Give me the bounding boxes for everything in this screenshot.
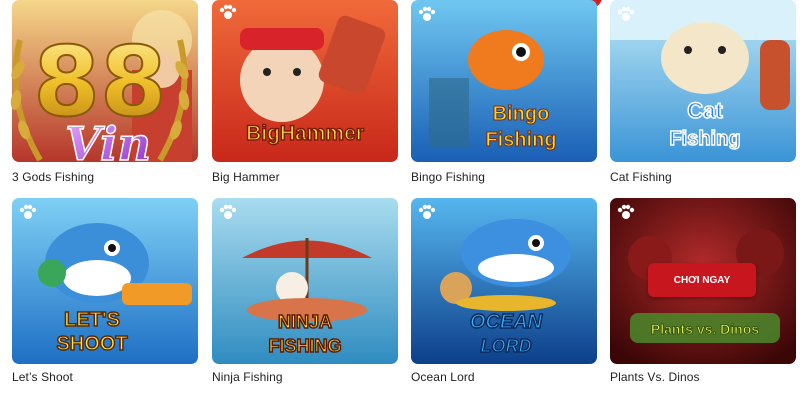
game-caption: Ocean Lord [411, 370, 475, 384]
game-caption: Big Hammer [212, 170, 280, 184]
brand-logo: 88 Vin [10, 25, 190, 172]
game-thumbnail[interactable]: OCEAN LORD [411, 198, 597, 364]
game-caption: Ninja Fishing [212, 370, 283, 384]
paw-icon [219, 204, 237, 219]
brand-script: Vin [65, 117, 151, 171]
art-title-line-2: LORD [481, 336, 532, 356]
play-now-button[interactable]: CHƠI NGAY [648, 263, 756, 297]
game-art: LET'S SHOOT [12, 198, 198, 364]
art-title-line-2: Fishing [669, 128, 740, 150]
art-title-line-1: NINJA [278, 312, 332, 332]
paw-icon [418, 204, 436, 219]
game-thumbnail[interactable]: NINJA FISHING [212, 198, 398, 364]
paw-icon [19, 204, 37, 219]
paw-icon [617, 204, 635, 219]
game-thumbnail[interactable]: BigHammer [212, 0, 398, 162]
art-title-line-2: FISHING [268, 336, 341, 356]
art-title-line-1: Bingo [493, 103, 550, 125]
game-caption: Cat Fishing [610, 170, 672, 184]
game-art: Cat Fishing [610, 0, 796, 162]
art-title-line-1: LET'S [64, 309, 120, 331]
game-thumbnail[interactable]: Plants vs. Dinos CHƠI NGAY [610, 198, 796, 364]
game-art: NINJA FISHING [212, 198, 398, 364]
paw-icon [219, 4, 237, 19]
game-art: Bingo Fishing [411, 0, 597, 162]
art-title-line-2: Fishing [485, 129, 556, 151]
game-caption: Plants Vs. Dinos [610, 370, 700, 384]
paw-icon [617, 6, 635, 21]
game-caption: Let’s Shoot [12, 370, 73, 384]
art-title-line-1: OCEAN [470, 311, 543, 333]
game-art: BigHammer [212, 0, 398, 162]
game-thumbnail[interactable]: LET'S SHOOT [12, 198, 198, 364]
art-title: BigHammer [246, 122, 364, 145]
art-title-line-2: SHOOT [56, 333, 127, 355]
game-caption: Bingo Fishing [411, 170, 486, 184]
paw-icon [418, 6, 436, 21]
game-art: OCEAN LORD [411, 198, 597, 364]
art-title: Plants vs. Dinos [651, 321, 759, 337]
game-thumbnail[interactable]: Bingo Fishing [411, 0, 597, 162]
art-title-line-1: Cat [687, 98, 723, 123]
game-thumbnail[interactable]: Cat Fishing [610, 0, 796, 162]
